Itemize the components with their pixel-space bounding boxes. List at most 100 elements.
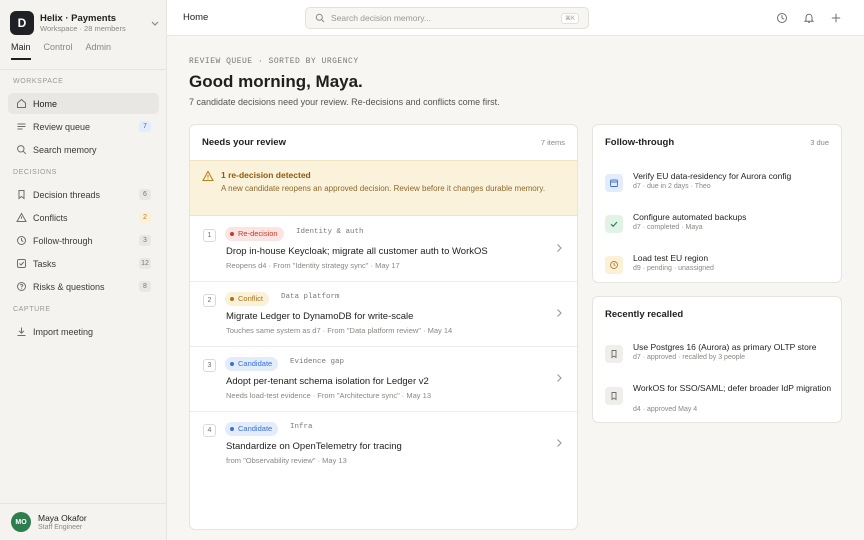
- recalled-item-title: Use Postgres 16 (Aurora) as primary OLTP…: [633, 342, 817, 352]
- row-number: 1: [203, 229, 216, 242]
- sidebar-item-import-meeting[interactable]: Import meeting: [8, 321, 159, 342]
- sidebar-item-label: Review queue: [33, 121, 91, 132]
- search-icon: [315, 13, 325, 23]
- alert-title: 1 re-decision detected: [221, 170, 311, 180]
- sidebar-item-follow-through[interactable]: Follow-through 3: [8, 230, 159, 251]
- history-icon[interactable]: [776, 12, 788, 24]
- follow-item-title: Load test EU region: [633, 253, 709, 263]
- review-card: Needs your review 7 items 1 re-decision …: [189, 124, 578, 530]
- row-title: Standardize on OpenTelemetry for tracing: [226, 441, 402, 452]
- sidebar-item-label: Risks & questions: [33, 281, 105, 292]
- sidebar-item-home[interactable]: Home: [8, 93, 159, 114]
- recently-recalled-card: Recently recalled Use Postgres 16 (Auror…: [592, 296, 842, 423]
- chevron-right-icon: [555, 438, 563, 448]
- follow-item-meta: d7 · completed · Maya: [633, 224, 703, 231]
- workspace-sub: Workspace · 28 members: [40, 23, 126, 33]
- chevron-right-icon: [555, 308, 563, 318]
- workspace-logo: D: [10, 11, 34, 35]
- review-row[interactable]: 4 Candidate Infra Standardize on OpenTel…: [190, 412, 577, 477]
- home-icon: [16, 98, 27, 109]
- follow-item-title: Configure automated backups: [633, 212, 747, 222]
- recalled-item-meta: d4 · approved May 4: [633, 406, 698, 413]
- row-number: 2: [203, 294, 216, 307]
- page-kicker: REVIEW QUEUE · SORTED BY URGENCY: [189, 57, 359, 66]
- follow-item[interactable]: Load test EU region d9 · pending · unass…: [593, 251, 841, 282]
- question-icon: [16, 281, 27, 292]
- plus-icon[interactable]: [830, 12, 842, 24]
- section-label-decisions: DECISIONS: [13, 169, 57, 176]
- follow-item-meta: d7 · due in 2 days · Theo: [633, 183, 711, 190]
- recalled-item-title: WorkOS for SSO/SAML; defer broader IdP m…: [633, 383, 832, 393]
- clock-icon: [16, 235, 27, 246]
- count-badge: 7: [139, 121, 151, 132]
- sidebar-item-search-memory[interactable]: Search memory: [8, 139, 159, 160]
- status-badge: Re-decision: [225, 227, 284, 241]
- chevron-right-icon: [555, 243, 563, 253]
- card-count: 7 items: [540, 138, 565, 147]
- row-topic: Data platform: [281, 293, 340, 301]
- sidebar-item-label: Decision threads: [33, 189, 101, 200]
- count-badge: 3: [139, 235, 151, 246]
- bell-icon[interactable]: [803, 12, 815, 24]
- user-role: Staff Engineer: [38, 523, 83, 531]
- bookmark-icon: [16, 189, 27, 200]
- sidebar-item-label: Follow-through: [33, 235, 93, 246]
- row-meta: from "Observability review" · May 13: [226, 456, 347, 465]
- redecision-alert[interactable]: 1 re-decision detected A new candidate r…: [190, 160, 577, 216]
- review-row[interactable]: 3 Candidate Evidence gap Adopt per-tenan…: [190, 347, 577, 412]
- status-badge: Conflict: [225, 292, 270, 306]
- status-badge: Candidate: [225, 422, 279, 436]
- review-row[interactable]: 1 Re-decision Identity & auth Drop in-ho…: [190, 217, 577, 282]
- row-meta: Reopens d4 · From "Identity strategy syn…: [226, 261, 400, 270]
- header: Home ⌘K: [167, 0, 864, 36]
- count-badge: 6: [139, 189, 151, 200]
- search-input[interactable]: [331, 13, 551, 23]
- search-icon: [16, 144, 27, 155]
- chevron-right-icon: [555, 373, 563, 383]
- check-icon: [605, 215, 623, 233]
- search-box[interactable]: ⌘K: [305, 7, 589, 29]
- user-profile[interactable]: MO Maya Okafor Staff Engineer: [0, 503, 166, 540]
- row-meta: Touches same system as d7 · From "Data p…: [226, 326, 453, 335]
- top-nav: Main Control Admin: [11, 42, 111, 60]
- list-icon: [16, 121, 27, 132]
- section-label-capture: CAPTURE: [13, 306, 51, 313]
- chevron-down-icon: [150, 18, 160, 28]
- avatar: MO: [11, 512, 31, 532]
- row-topic: Evidence gap: [290, 358, 345, 366]
- sidebar-item-decision-threads[interactable]: Decision threads 6: [8, 184, 159, 205]
- tab-main[interactable]: Main: [11, 42, 31, 60]
- count-badge: 12: [139, 258, 151, 269]
- workspace-name: Helix · Payments: [40, 12, 117, 24]
- sidebar-item-label: Tasks: [33, 258, 57, 269]
- card-title: Needs your review: [202, 137, 286, 148]
- row-topic: Identity & auth: [296, 228, 364, 236]
- sidebar-item-tasks[interactable]: Tasks 12: [8, 253, 159, 274]
- row-meta: Needs load-test evidence · From "Archite…: [226, 391, 431, 400]
- tab-admin[interactable]: Admin: [86, 42, 112, 60]
- sidebar-item-label: Search memory: [33, 144, 97, 155]
- follow-through-card: Follow-through 3 due Verify EU data-resi…: [592, 124, 842, 283]
- sidebar-item-label: Conflicts: [33, 212, 68, 223]
- tab-control[interactable]: Control: [44, 42, 73, 60]
- download-icon: [16, 326, 27, 337]
- card-count: 3 due: [810, 138, 829, 147]
- card-title: Follow-through: [605, 137, 675, 148]
- sidebar: D Helix · Payments Workspace · 28 member…: [0, 0, 167, 540]
- sidebar-item-review-queue[interactable]: Review queue 7: [8, 116, 159, 137]
- row-topic: Infra: [290, 423, 313, 431]
- review-row[interactable]: 2 Conflict Data platform Migrate Ledger …: [190, 282, 577, 347]
- bookmark-icon: [605, 345, 623, 363]
- follow-item[interactable]: Verify EU data-residency for Aurora conf…: [593, 169, 841, 209]
- warning-icon: [16, 212, 27, 223]
- sidebar-item-risks-questions[interactable]: Risks & questions 8: [8, 276, 159, 297]
- sidebar-item-conflicts[interactable]: Conflicts 2: [8, 207, 159, 228]
- workspace-switcher[interactable]: D Helix · Payments Workspace · 28 member…: [10, 10, 160, 36]
- shortcut-hint: ⌘K: [560, 13, 579, 24]
- row-title: Adopt per-tenant schema isolation for Le…: [226, 376, 429, 387]
- user-name: Maya Okafor: [38, 512, 87, 523]
- recalled-item[interactable]: WorkOS for SSO/SAML; defer broader IdP m…: [593, 381, 841, 421]
- section-label-workspace: WORKSPACE: [13, 78, 64, 85]
- recalled-item[interactable]: Use Postgres 16 (Aurora) as primary OLTP…: [593, 340, 841, 380]
- follow-item[interactable]: Configure automated backups d7 · complet…: [593, 210, 841, 250]
